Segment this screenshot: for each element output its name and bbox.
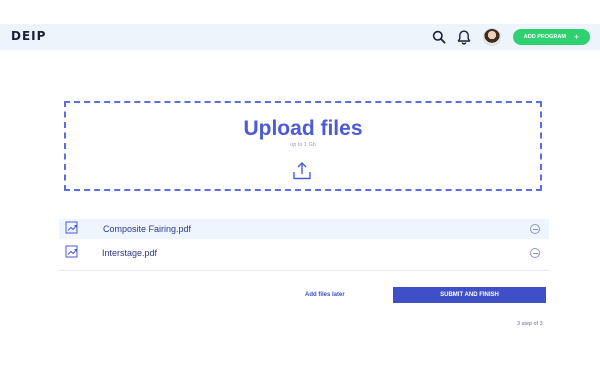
add-files-later-link[interactable]: Add files later	[305, 292, 345, 298]
upload-title: Upload files	[243, 117, 363, 140]
file-name: Composite Fairing.pdf	[103, 224, 192, 234]
upload-icon[interactable]	[291, 160, 313, 182]
top-navigation-bar: DEIP ADD PROGRAM +	[0, 24, 600, 50]
plus-icon: +	[573, 31, 580, 42]
file-chart-icon	[65, 221, 79, 235]
add-program-label: ADD PROGRAM	[523, 34, 566, 40]
file-chart-icon	[65, 245, 79, 259]
remove-file-icon[interactable]	[530, 248, 540, 258]
upload-size-limit: up to 1 Gb	[290, 142, 316, 148]
user-avatar[interactable]	[483, 28, 501, 46]
file-list-item: Composite Fairing.pdf	[59, 219, 549, 239]
file-list-item: Interstage.pdf	[59, 243, 549, 263]
divider	[59, 270, 549, 271]
file-name: Interstage.pdf	[102, 248, 158, 258]
remove-file-icon[interactable]	[530, 224, 540, 234]
bell-icon[interactable]	[456, 29, 472, 45]
add-program-button[interactable]: ADD PROGRAM +	[513, 29, 590, 45]
file-dropzone[interactable]: Upload files up to 1 Gb	[64, 101, 542, 191]
step-indicator: 3 step of 3	[517, 321, 543, 327]
app-logo[interactable]: DEIP	[11, 29, 46, 43]
submit-and-finish-button[interactable]: SUBMIT AND FINISH	[393, 287, 546, 303]
search-icon[interactable]	[431, 29, 447, 45]
